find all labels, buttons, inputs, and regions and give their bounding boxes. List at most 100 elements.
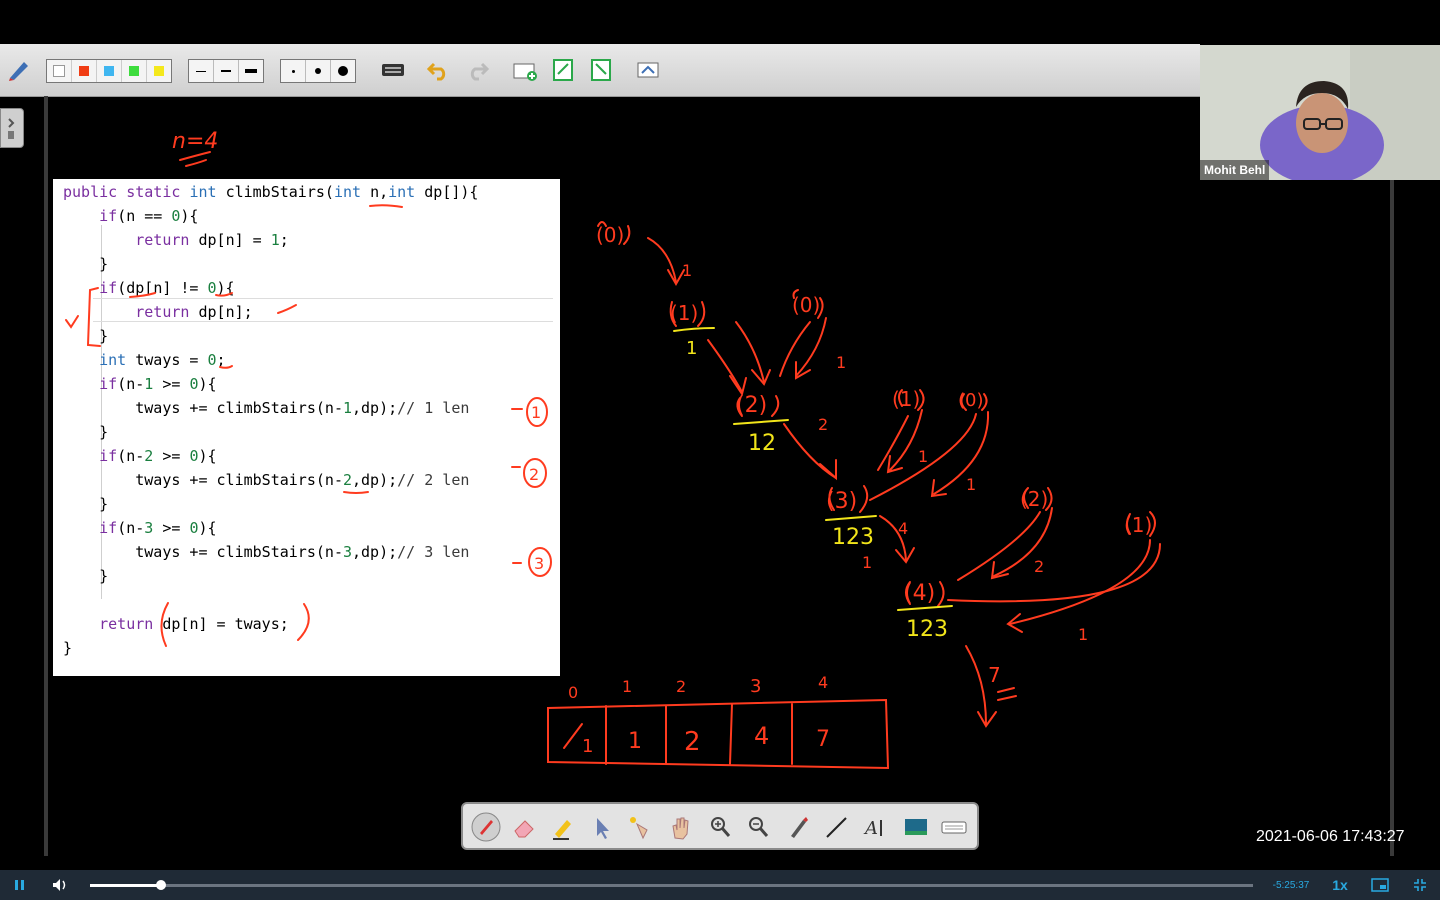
seek-bar[interactable] <box>90 884 1253 887</box>
background-icon[interactable] <box>901 812 931 842</box>
code-line: if(n-1 >= 0){ <box>99 375 217 393</box>
tree-node: (1) <box>892 387 920 411</box>
tree-node: (3) <box>826 489 857 514</box>
pause-icon <box>15 880 24 890</box>
presenter-name: Mohit Behl <box>1200 160 1270 180</box>
eraser-icon[interactable] <box>509 812 539 842</box>
zoom-in-icon[interactable] <box>705 812 735 842</box>
tree-node: (4) <box>904 581 935 606</box>
array-cell: 2 <box>684 727 701 757</box>
node-value: 1 <box>686 338 697 359</box>
previous-page-icon[interactable] <box>550 58 576 82</box>
recording-timestamp: 2021-06-06 17:43:27 <box>1256 828 1405 845</box>
color-white-swatch[interactable] <box>47 60 72 82</box>
svg-text:A: A <box>863 818 878 839</box>
line-icon[interactable] <box>821 812 851 842</box>
dot-small-button[interactable] <box>281 60 306 82</box>
array-index: 3 <box>750 676 761 697</box>
dot-size-group <box>280 59 356 83</box>
n-label: n=4 <box>172 129 218 154</box>
current-line-border <box>93 298 553 299</box>
tree-node: (1) <box>1124 513 1152 537</box>
drawing-tools-palette: A <box>461 802 979 850</box>
edge-label: 1 <box>682 261 692 280</box>
code-line: return dp[n] = tways; <box>99 615 289 633</box>
keyboard-icon[interactable] <box>939 812 969 842</box>
text-icon[interactable]: A <box>861 812 891 842</box>
edge-label: 1 <box>918 447 928 466</box>
edge-label: 1 <box>836 353 846 372</box>
code-line: } <box>63 495 109 513</box>
picture-in-picture-icon <box>1371 878 1389 892</box>
presenter-webcam: Mohit Behl <box>1200 45 1440 180</box>
array-index: 0 <box>568 683 578 702</box>
seek-bar-handle[interactable] <box>156 880 166 890</box>
node-value: 12 <box>748 431 776 456</box>
result-value: 7 <box>988 663 1001 687</box>
hand-icon[interactable] <box>665 812 695 842</box>
line-thin-button[interactable] <box>189 60 214 82</box>
edge-label: 2 <box>818 415 828 434</box>
whiteboard-toolbar <box>0 44 1200 97</box>
picture-in-picture-button[interactable] <box>1368 874 1392 896</box>
array-cell: 1 <box>628 729 642 754</box>
tree-node: (2) <box>1020 487 1048 511</box>
keyboard-icon[interactable] <box>380 58 406 82</box>
code-line: int tways = 0; <box>99 351 226 369</box>
code-line: tways += climbStairs(n-2,dp);// 2 len <box>135 471 470 489</box>
dot-medium-button[interactable] <box>306 60 331 82</box>
board-right-border <box>1390 180 1394 856</box>
edge-label: 1 <box>966 475 976 494</box>
volume-icon <box>53 879 66 891</box>
code-line: tways += climbStairs(n-1,dp);// 1 len <box>135 399 470 417</box>
exit-fullscreen-button[interactable] <box>1408 874 1432 896</box>
pause-button[interactable] <box>10 874 30 896</box>
color-red-swatch[interactable] <box>72 60 97 82</box>
code-line: if(n-2 >= 0){ <box>99 447 217 465</box>
volume-button[interactable] <box>50 874 70 896</box>
screen-capture-icon[interactable] <box>636 58 662 82</box>
board-left-border <box>44 96 48 856</box>
array-cell: 4 <box>754 722 769 750</box>
chevron-right-icon <box>8 118 15 139</box>
color-green-swatch[interactable] <box>122 60 147 82</box>
edge-label: 2 <box>1034 557 1044 576</box>
code-line: tways += climbStairs(n-3,dp);// 3 len <box>135 543 470 561</box>
edge-label: 1 <box>1078 625 1088 644</box>
pen-settings-icon[interactable] <box>6 58 32 82</box>
magic-pointer-icon[interactable] <box>625 812 655 842</box>
array-index: 1 <box>622 677 632 696</box>
seek-bar-progress <box>90 884 161 887</box>
code-screenshot: public static int climbStairs(int n,int … <box>53 179 560 676</box>
next-page-icon[interactable] <box>588 58 614 82</box>
array-cell: 1 <box>582 736 593 757</box>
color-blue-swatch[interactable] <box>97 60 122 82</box>
tree-node: (0) <box>792 293 820 317</box>
current-line-border <box>93 321 553 322</box>
code-line: public static int climbStairs(int n,int … <box>63 183 479 201</box>
zoom-out-icon[interactable] <box>743 812 773 842</box>
code-line: if(n-3 >= 0){ <box>99 519 217 537</box>
code-line: } <box>63 327 109 345</box>
side-panel-toggle[interactable] <box>0 108 24 148</box>
pointer-icon[interactable] <box>587 812 617 842</box>
pen-icon[interactable] <box>471 812 501 842</box>
playback-speed-button[interactable]: 1x <box>1328 874 1352 896</box>
color-yellow-swatch[interactable] <box>147 60 171 82</box>
code-line: return dp[n] = 1; <box>135 231 289 249</box>
code-line: } <box>63 639 73 657</box>
tree-node: (1) <box>670 301 698 325</box>
add-page-icon[interactable] <box>512 58 538 82</box>
exit-fullscreen-icon <box>1414 879 1426 891</box>
dot-large-button[interactable] <box>331 60 355 82</box>
highlighter-icon[interactable] <box>547 812 577 842</box>
brush-icon[interactable] <box>783 812 813 842</box>
code-line: if(dp[n] != 0){ <box>99 279 235 297</box>
code-line: } <box>63 255 109 273</box>
time-remaining: -5:25:37 <box>1272 879 1310 891</box>
color-palette <box>46 59 172 83</box>
line-thick-button[interactable] <box>239 60 263 82</box>
line-medium-button[interactable] <box>214 60 239 82</box>
undo-icon[interactable] <box>426 58 452 82</box>
redo-icon[interactable] <box>464 58 490 82</box>
